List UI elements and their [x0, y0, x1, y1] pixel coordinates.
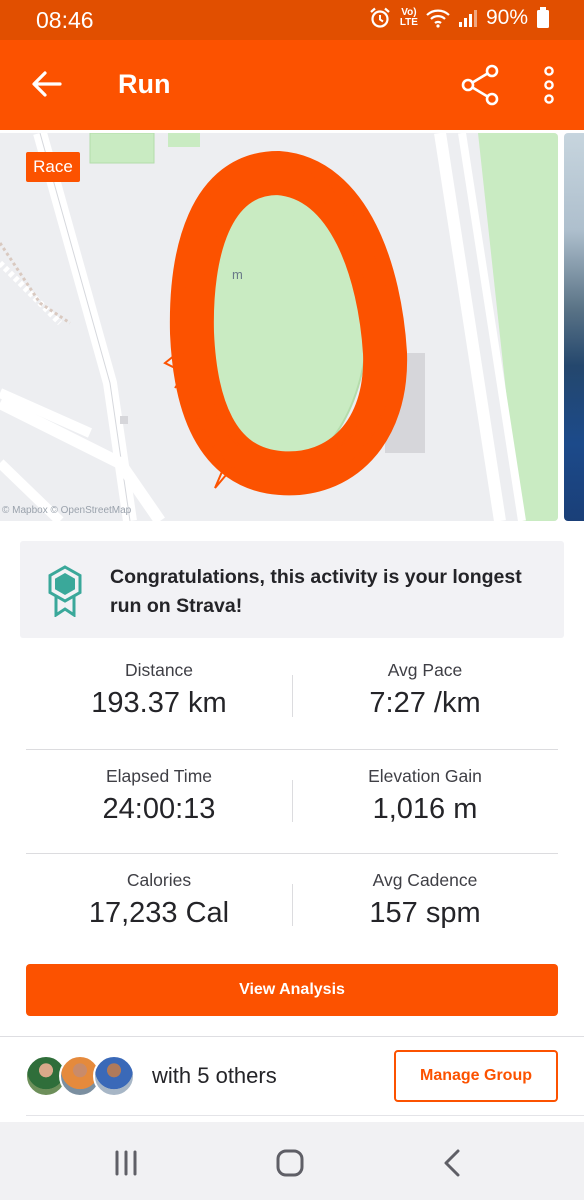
view-analysis-button[interactable]: View Analysis — [26, 964, 558, 1016]
stat-value: 193.37 km — [91, 687, 227, 719]
group-activity-row[interactable]: with 5 others Manage Group — [0, 1037, 584, 1115]
stats-row: Distance 193.37 km Avg Pace 7:27 /km — [26, 645, 558, 749]
medal-icon — [48, 565, 82, 617]
avatar[interactable] — [93, 1055, 135, 1097]
recent-apps-icon[interactable] — [109, 1146, 143, 1180]
stat-label: Calories — [126, 870, 192, 890]
stat-label: Distance — [124, 660, 194, 680]
stat-value: 1,016 m — [372, 793, 478, 825]
park-area — [168, 133, 200, 147]
status-icons: Vo) LTE 90% — [368, 6, 550, 30]
route-map[interactable]: m — [0, 133, 558, 521]
stat-value: 7:27 /km — [369, 687, 481, 719]
stat-value: 157 spm — [369, 897, 481, 929]
status-time: 08:46 — [36, 7, 94, 33]
back-icon[interactable] — [436, 1146, 470, 1180]
app-bar: Run — [0, 40, 584, 130]
alarm-icon — [370, 7, 390, 28]
with-others-text[interactable]: with 5 others — [152, 1063, 277, 1089]
map-label: m — [232, 267, 243, 282]
divider — [26, 1115, 584, 1116]
stats-grid: Distance 193.37 km Avg Pace 7:27 /km Ela… — [26, 645, 558, 957]
stat-label: Avg Pace — [387, 660, 463, 680]
stat-label: Elapsed Time — [105, 766, 213, 786]
manage-group-button[interactable]: Manage Group — [394, 1050, 558, 1102]
battery-icon — [537, 7, 549, 28]
achievement-banner: Congratulations, this activity is your l… — [20, 541, 564, 638]
back-arrow-icon[interactable] — [30, 67, 64, 101]
stats-row: Elapsed Time 24:00:13 Elevation Gain 1,0… — [26, 749, 558, 853]
home-icon[interactable] — [273, 1146, 307, 1180]
more-vertical-icon[interactable] — [541, 65, 557, 105]
map-canvas: m — [0, 133, 558, 521]
volte-icon: Vo) LTE — [399, 7, 418, 28]
stat-label: Elevation Gain — [368, 766, 482, 786]
park-area — [89, 133, 155, 164]
race-badge: Race — [26, 152, 80, 182]
achievement-message: Congratulations, this activity is your l… — [110, 566, 522, 617]
signal-icon — [458, 10, 477, 27]
share-icon[interactable] — [460, 64, 500, 106]
stat-value: 17,233 Cal — [88, 897, 230, 929]
group-avatars[interactable] — [25, 1055, 135, 1099]
wifi-icon — [426, 9, 450, 28]
stat-value: 24:00:13 — [102, 793, 216, 825]
stats-row: Calories 17,233 Cal Avg Cadence 157 spm — [26, 853, 558, 957]
status-bar: 08:46 Vo) LTE 90% — [0, 0, 584, 40]
page-title: Run — [118, 69, 171, 99]
system-nav-bar — [0, 1122, 584, 1200]
activity-photo-thumbnail[interactable] — [564, 133, 584, 521]
stat-label: Avg Cadence — [372, 870, 478, 890]
battery-percent: 90% — [485, 6, 528, 29]
map-attribution[interactable]: © Mapbox © OpenStreetMap — [2, 505, 131, 516]
